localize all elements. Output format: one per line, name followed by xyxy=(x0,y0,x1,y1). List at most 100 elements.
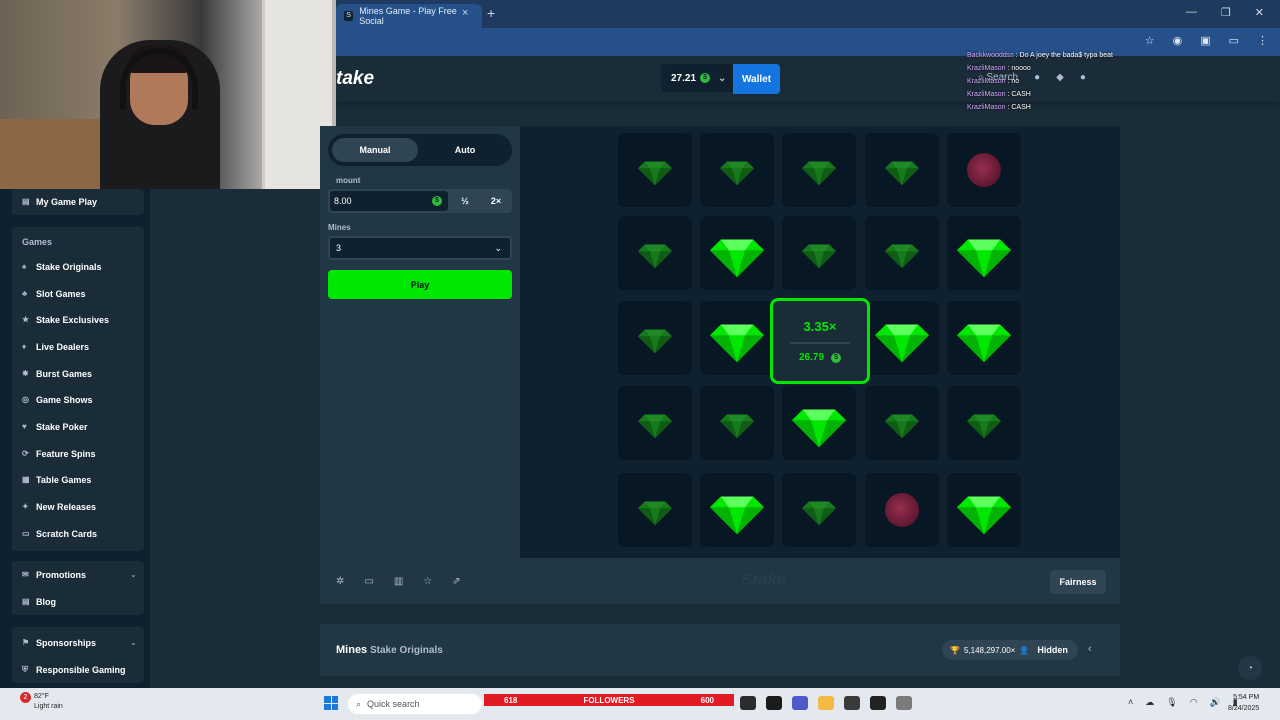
sidebar-item-scratch-cards[interactable]: ▭ Scratch Cards xyxy=(22,529,97,539)
favorite-star-icon[interactable]: ☆ xyxy=(423,576,432,587)
menu-icon[interactable]: ⋮ xyxy=(1257,34,1268,47)
tile-gem-revealed[interactable] xyxy=(947,473,1021,547)
stats-icon[interactable]: ▥ xyxy=(394,576,403,587)
app-icon[interactable] xyxy=(766,696,782,710)
settings-icon[interactable]: ✲ xyxy=(336,576,344,587)
taskbar-clock[interactable]: 5:54 PM 8/24/2025 xyxy=(1228,692,1259,714)
tile-gem-unrevealed[interactable] xyxy=(865,216,939,290)
support-headset-icon[interactable]: ◔ xyxy=(1238,656,1262,680)
tile-gem-unrevealed[interactable] xyxy=(618,133,692,207)
mines-select[interactable]: 3 ⌄ xyxy=(328,236,512,260)
tab-manual[interactable]: Manual xyxy=(332,138,418,162)
tile-gem-unrevealed[interactable] xyxy=(947,386,1021,460)
taskbar-search[interactable]: ⌕ Quick search xyxy=(348,694,482,714)
tile-gem-revealed[interactable] xyxy=(865,301,939,375)
theatre-mode-icon[interactable]: ▭ xyxy=(364,576,373,587)
tile-gem-unrevealed[interactable] xyxy=(865,133,939,207)
tile-gem-revealed[interactable] xyxy=(947,216,1021,290)
tile-gem-unrevealed[interactable] xyxy=(618,301,692,375)
sidebar-item-burst-games[interactable]: ✸ Burst Games xyxy=(22,369,92,379)
cloud-icon[interactable]: ☁ xyxy=(1145,697,1154,708)
volume-icon[interactable]: 🔊 xyxy=(1210,697,1221,708)
puzzle-icon[interactable]: ▣ xyxy=(1200,34,1210,47)
sidebar-item-sponsorships[interactable]: ⚑ Sponsorships xyxy=(22,638,96,648)
sidebar-item-feature-spins[interactable]: ⟳ Feature Spins xyxy=(22,449,96,459)
tile-gem-revealed[interactable] xyxy=(700,473,774,547)
microphone-icon[interactable]: 🎙 xyxy=(1166,697,1177,708)
double-bet-button[interactable]: 2× xyxy=(483,192,509,210)
sidebar-item-promotions[interactable]: ✉ Promotions xyxy=(22,570,86,580)
chat-line: KrazliMason : CASH xyxy=(967,104,1031,111)
teams-icon[interactable] xyxy=(792,696,808,710)
folder-icon[interactable] xyxy=(818,696,834,710)
tile-mine[interactable] xyxy=(865,473,939,547)
record-multiplier: 5,148,297.00× xyxy=(963,645,1016,655)
tile-gem-unrevealed[interactable] xyxy=(700,386,774,460)
tile-gem-unrevealed[interactable] xyxy=(618,386,692,460)
mine-icon xyxy=(967,153,1001,187)
close-window-button[interactable]: ✕ xyxy=(1255,6,1264,19)
half-bet-button[interactable]: ½ xyxy=(452,192,478,210)
sidebar-item-responsible-gaming[interactable]: ⛨ Responsible Gaming xyxy=(22,665,126,675)
bookmark-star-icon[interactable]: ☆ xyxy=(1145,34,1155,47)
balance-display[interactable]: 27.21 $ ⌄ xyxy=(661,64,733,92)
game-category-link[interactable]: Stake Originals xyxy=(370,645,443,656)
gem-icon xyxy=(802,236,836,270)
balance-amount: 27.21 xyxy=(671,72,697,84)
app-icon[interactable] xyxy=(844,696,860,710)
record-badge[interactable]: 🏆 5,148,297.00× 👤 Hidden xyxy=(942,640,1078,660)
sidebar-item-stake-exclusives[interactable]: ★ Stake Exclusives xyxy=(22,315,109,325)
close-tab-icon[interactable]: × xyxy=(462,7,468,19)
minimize-button[interactable]: — xyxy=(1186,6,1197,19)
sidebar-gutter xyxy=(150,189,320,688)
tile-gem-unrevealed[interactable] xyxy=(782,473,856,547)
spin-icon: ⟳ xyxy=(22,449,29,458)
sidebar-item-stake-poker[interactable]: ♥ Stake Poker xyxy=(22,422,88,432)
bet-amount-input[interactable]: 8.00 $ xyxy=(330,191,448,211)
play-button[interactable]: Play xyxy=(328,270,512,299)
sidebar-item-slot-games[interactable]: ♣ Slot Games xyxy=(22,289,86,299)
fairness-button[interactable]: Fairness xyxy=(1050,570,1106,594)
sidebar-item-my-game-play[interactable]: ▤ My Game Play xyxy=(22,197,97,207)
wifi-icon[interactable]: ◠ xyxy=(1190,697,1198,708)
tile-gem-unrevealed[interactable] xyxy=(782,133,856,207)
followers-current: 618 xyxy=(504,695,518,705)
app-icon[interactable] xyxy=(896,696,912,710)
chevron-up-icon[interactable]: ˄ xyxy=(1128,697,1133,708)
windows-start-icon[interactable] xyxy=(324,696,338,710)
sidebar-item-stake-originals[interactable]: ♠ Stake Originals xyxy=(22,262,102,272)
gem-icon xyxy=(885,406,919,440)
app-icon[interactable] xyxy=(870,696,886,710)
sidebar-item-blog[interactable]: ▤ Blog xyxy=(22,597,56,607)
tab-auto[interactable]: Auto xyxy=(424,138,506,162)
new-tab-button[interactable]: + xyxy=(487,5,495,21)
tile-gem-unrevealed[interactable] xyxy=(865,386,939,460)
tile-gem-unrevealed[interactable] xyxy=(618,473,692,547)
tile-gem-revealed[interactable] xyxy=(947,301,1021,375)
sidebar-icon[interactable]: ▭ xyxy=(1229,34,1239,47)
tile-gem-unrevealed[interactable] xyxy=(618,216,692,290)
sidebar-item-new-releases[interactable]: ✦ New Releases xyxy=(22,502,96,512)
tile-gem-revealed[interactable] xyxy=(700,216,774,290)
app-icon[interactable] xyxy=(740,696,756,710)
blog-icon: ▤ xyxy=(22,597,30,606)
popout-icon[interactable]: ⇗ xyxy=(452,576,460,587)
maximize-button[interactable]: ❐ xyxy=(1221,6,1231,19)
mines-value: 3 xyxy=(336,243,342,253)
extension-icon[interactable]: ◉ xyxy=(1173,34,1183,47)
weather-widget[interactable]: 2 82°F Light rain xyxy=(20,692,63,712)
tile-gem-revealed[interactable] xyxy=(782,386,856,460)
followers-goal-bar: 618 FOLLOWERS 600 xyxy=(484,694,734,706)
tile-gem-unrevealed[interactable] xyxy=(782,216,856,290)
sidebar-item-live-dealers[interactable]: ♦ Live Dealers xyxy=(22,342,89,352)
sidebar-item-game-shows[interactable]: ◎ Game Shows xyxy=(22,395,93,405)
chevron-left-icon[interactable]: ‹ xyxy=(1088,643,1092,655)
stake-logo[interactable]: take xyxy=(336,68,374,90)
temperature: 82°F xyxy=(34,693,49,700)
tile-gem-revealed[interactable] xyxy=(700,301,774,375)
wallet-button[interactable]: Wallet xyxy=(733,64,780,94)
browser-tab[interactable]: S Mines Game - Play Free Social xyxy=(336,4,482,28)
tile-gem-unrevealed[interactable] xyxy=(700,133,774,207)
sidebar-item-table-games[interactable]: ▦ Table Games xyxy=(22,475,91,485)
tile-mine[interactable] xyxy=(947,133,1021,207)
